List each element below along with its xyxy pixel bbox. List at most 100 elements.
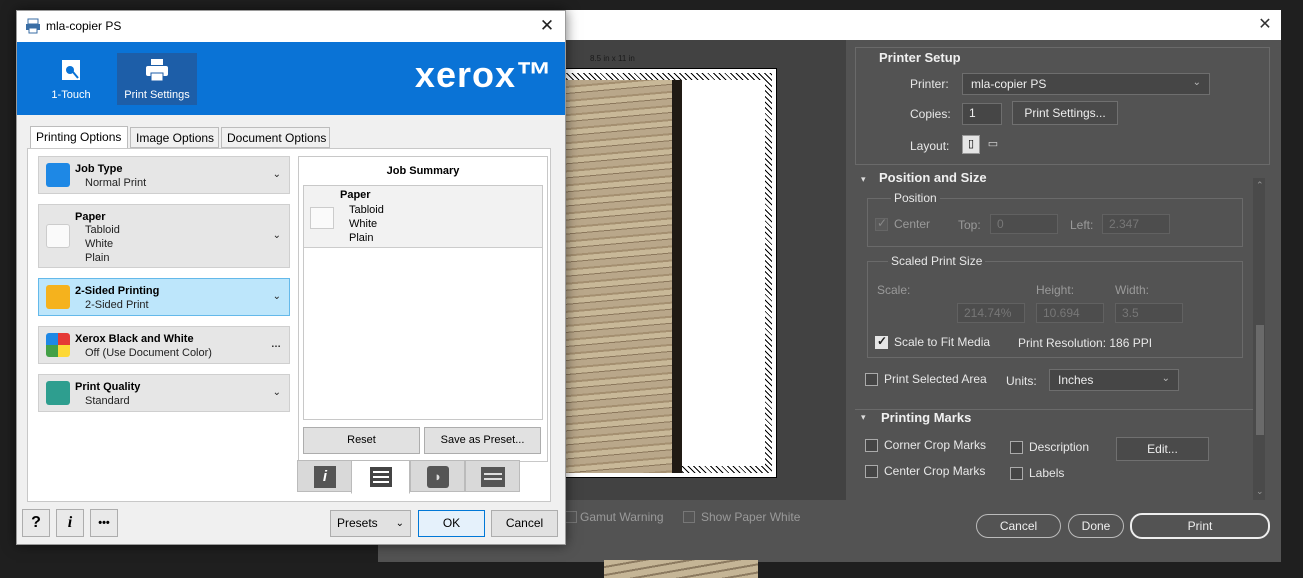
chevron-down-icon: ⌄: [272, 387, 281, 398]
job-type-icon: [46, 163, 70, 187]
gamut-warning-checkbox[interactable]: [565, 511, 577, 523]
presets-label: Presets: [337, 516, 378, 530]
left-input[interactable]: 2.347: [1102, 214, 1170, 234]
option-value: Off (Use Document Color): [85, 347, 212, 359]
chevron-down-icon: ⌄: [272, 230, 281, 241]
landscape-layout-icon[interactable]: ▭: [985, 137, 1001, 152]
scale-label: Scale:: [877, 283, 911, 297]
reset-button[interactable]: Reset: [303, 427, 420, 454]
xerox-close-icon[interactable]: ✕: [537, 15, 557, 37]
xerox-logo: xerox™: [414, 54, 553, 95]
scroll-down-icon[interactable]: ⌄: [1256, 486, 1264, 497]
center-crop-checkbox[interactable]: [865, 465, 878, 478]
corner-crop-checkbox[interactable]: [865, 439, 878, 452]
two-sided-printing-option[interactable]: 2-Sided Printing 2-Sided Print ⌄: [38, 278, 290, 316]
tab-printing-options[interactable]: Printing Options: [30, 126, 128, 149]
print-quality-option[interactable]: Print Quality Standard ⌄: [38, 374, 290, 412]
ps-cancel-button[interactable]: Cancel: [976, 514, 1061, 538]
job-type-option[interactable]: Job Type Normal Print ⌄: [38, 156, 290, 194]
top-input[interactable]: 0: [990, 214, 1058, 234]
show-paper-white-checkbox[interactable]: [683, 511, 695, 523]
presets-dropdown[interactable]: Presets ⌄: [330, 510, 411, 537]
tab-image-options[interactable]: Image Options: [130, 127, 219, 148]
nav-print-settings-label: Print Settings: [124, 89, 190, 101]
printer-icon: [26, 18, 40, 34]
print-settings-button[interactable]: Print Settings...: [1012, 101, 1118, 125]
list-line: [373, 481, 389, 483]
chevron-down-icon: ⌄: [1161, 373, 1170, 384]
cancel-button[interactable]: Cancel: [491, 510, 558, 537]
gamut-warning-label: Gamut Warning: [580, 510, 664, 524]
paper-option[interactable]: Paper Tabloid White Plain ⌄: [38, 204, 290, 268]
black-and-white-option[interactable]: Xerox Black and White Off (Use Document …: [38, 326, 290, 364]
layout-label: Layout:: [910, 139, 950, 153]
labels-checkbox[interactable]: [1010, 467, 1023, 480]
nav-1-touch[interactable]: 1-Touch: [31, 53, 111, 105]
chevron-down-icon: ⌄: [1192, 77, 1201, 88]
tab-document-options[interactable]: Document Options: [221, 127, 330, 148]
copies-input[interactable]: 1: [962, 103, 1002, 125]
width-label: Width:: [1115, 283, 1150, 297]
summary-item-value: Tabloid: [349, 204, 384, 216]
print-resolution: Print Resolution: 186 PPI: [1018, 336, 1153, 350]
scrollbar-thumb[interactable]: [1256, 325, 1264, 435]
description-checkbox[interactable]: [1010, 441, 1023, 454]
option-value: Plain: [85, 252, 110, 264]
ps-done-button[interactable]: Done: [1068, 514, 1124, 538]
collapse-icon[interactable]: ▾: [861, 412, 866, 423]
preview-image: [566, 80, 682, 473]
list-line: [373, 476, 389, 478]
units-label: Units:: [1006, 374, 1037, 388]
tab-list[interactable]: [351, 460, 410, 494]
ps-print-button[interactable]: Print: [1130, 513, 1270, 539]
scale-to-fit-checkbox[interactable]: [875, 334, 888, 349]
height-input[interactable]: 10.694: [1036, 303, 1104, 323]
center-label: Center: [894, 217, 931, 231]
print-selected-area-checkbox[interactable]: [865, 373, 878, 386]
tray-line: [484, 478, 502, 480]
show-paper-white-label: Show Paper White: [701, 510, 801, 524]
summary-item-title: Paper: [340, 189, 371, 201]
center-checkbox[interactable]: [875, 216, 888, 231]
units-select[interactable]: Inches ⌄: [1049, 369, 1179, 391]
job-summary-panel: Job Summary Paper Tabloid White Plain Re…: [298, 156, 548, 462]
job-summary-item[interactable]: Paper Tabloid White Plain: [304, 186, 542, 248]
portrait-layout-icon[interactable]: ▯: [962, 135, 980, 154]
description-label: Description: [1029, 440, 1090, 454]
print-quality-icon: [46, 381, 70, 405]
chevron-down-icon: ⌄: [272, 291, 281, 302]
list-line: [373, 471, 389, 473]
ok-button[interactable]: OK: [418, 510, 485, 537]
xerox-title: mla-copier PS: [46, 19, 122, 33]
tab-tray[interactable]: [465, 460, 520, 492]
more-button[interactable]: •••: [90, 509, 118, 537]
save-as-preset-button[interactable]: Save as Preset...: [424, 427, 541, 454]
top-label: Top:: [958, 218, 981, 232]
ps-close-icon[interactable]: ✕: [1255, 15, 1275, 35]
position-heading: Position: [891, 191, 940, 205]
left-label: Left:: [1070, 218, 1094, 232]
help-button[interactable]: ?: [22, 509, 50, 537]
nav-print-settings[interactable]: Print Settings: [117, 53, 197, 105]
height-label: Height:: [1036, 283, 1075, 297]
xerox-banner: 1-Touch Print Settings xerox™: [17, 42, 565, 115]
option-title: Xerox Black and White: [75, 333, 194, 345]
job-summary-title: Job Summary: [386, 165, 460, 177]
print-selected-area-label: Print Selected Area: [884, 372, 987, 386]
color-wheel-icon: [46, 333, 70, 357]
xerox-print-settings-dialog: mla-copier PS ✕ 1-Touch Print Settings x…: [16, 10, 566, 545]
position-size-heading: Position and Size: [879, 170, 987, 185]
edit-description-button[interactable]: Edit...: [1116, 437, 1209, 461]
collapse-icon[interactable]: ▾: [861, 174, 866, 185]
tab-eco[interactable]: ◗: [410, 460, 465, 492]
scale-input[interactable]: 214.74%: [957, 303, 1025, 323]
scroll-up-icon[interactable]: ⌃: [1256, 180, 1264, 191]
tray-icon: [481, 467, 505, 487]
summary-item-value: White: [349, 218, 378, 230]
units-select-value: Inches: [1058, 373, 1094, 387]
info-button[interactable]: i: [56, 509, 84, 537]
option-value: 2-Sided Print: [85, 299, 149, 311]
tab-info[interactable]: i: [297, 460, 352, 492]
width-input[interactable]: 3.5: [1115, 303, 1183, 323]
printer-select[interactable]: mla-copier PS ⌄: [962, 73, 1210, 95]
